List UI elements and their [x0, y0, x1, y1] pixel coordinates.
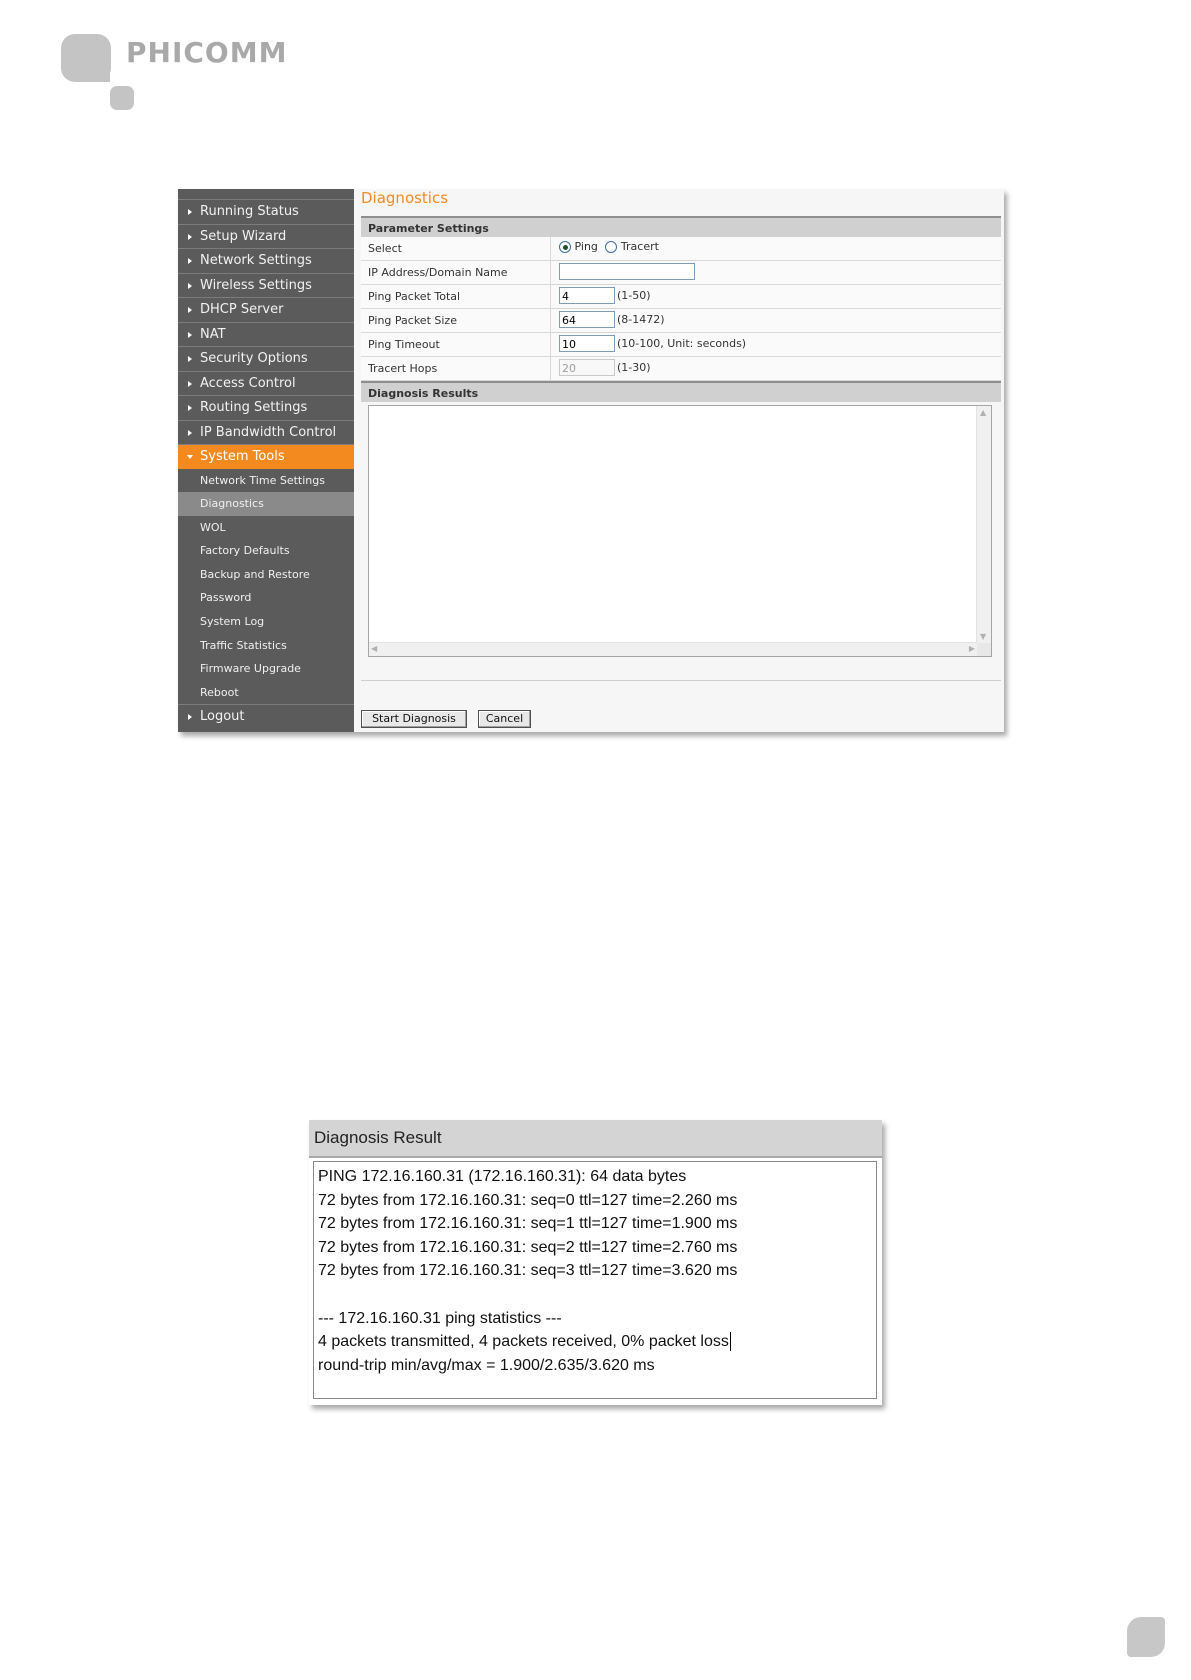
result-line: PING 172.16.160.31 (172.16.160.31): 64 d… — [318, 1168, 687, 1185]
ping-packet-size-row: Ping Packet Size 64 (8-1472) — [361, 309, 1001, 333]
result-line: 72 bytes from 172.16.160.31: seq=3 ttl=1… — [318, 1262, 738, 1280]
tracert-hops-input[interactable]: 20 — [559, 359, 615, 376]
arrow-right-icon — [188, 331, 192, 338]
sidebar-item-system-tools[interactable]: System Tools — [178, 444, 354, 469]
sidebar-item-wireless-settings[interactable]: Wireless Settings — [178, 272, 354, 298]
result-line: round-trip min/avg/max = 1.900/2.635/3.6… — [318, 1356, 655, 1374]
start-diagnosis-button[interactable]: Start Diagnosis — [361, 710, 467, 728]
ping-packet-size-input[interactable]: 64 — [559, 311, 615, 328]
sidebar-subitem-traffic-statistics[interactable]: Traffic Statistics — [178, 634, 354, 658]
arrow-right-icon — [188, 209, 192, 215]
sidebar-item-nat[interactable]: NAT — [178, 321, 354, 347]
sidebar-subitem-system-log[interactable]: System Log — [178, 610, 354, 634]
arrow-down-icon — [187, 455, 193, 459]
sidebar: Running Status Setup Wizard Network Sett… — [178, 189, 354, 732]
arrow-right-icon — [188, 356, 192, 362]
arrow-right-icon — [188, 282, 192, 289]
arrow-right-icon — [188, 307, 192, 313]
result-line: 4 packets transmitted, 4 packets receive… — [318, 1332, 731, 1352]
diagnosis-result-output[interactable]: PING 172.16.160.31 (172.16.160.31): 64 d… — [313, 1161, 877, 1399]
sidebar-item-ip-bandwidth-control[interactable]: IP Bandwidth Control — [178, 419, 354, 445]
sidebar-item-access-control[interactable]: Access Control — [178, 370, 354, 396]
scroll-up-icon: ▲ — [980, 408, 987, 417]
sidebar-item-dhcp-server[interactable]: DHCP Server — [178, 297, 354, 322]
arrow-right-icon — [188, 429, 192, 436]
page-corner-tab — [1127, 1617, 1165, 1657]
horizontal-scrollbar[interactable]: ◀ ▶ — [369, 642, 977, 656]
ping-packet-total-hint: (1-50) — [617, 289, 651, 302]
select-row: Select Ping Tracert — [361, 237, 1001, 261]
main-panel: Diagnostics Parameter Settings Select Pi… — [354, 189, 1004, 732]
arrow-right-icon — [188, 233, 192, 240]
diagnosis-result-panel: Diagnosis Result PING 172.16.160.31 (172… — [309, 1120, 882, 1405]
sidebar-item-routing-settings[interactable]: Routing Settings — [178, 395, 354, 420]
arrow-right-icon — [188, 714, 192, 721]
result-line: 72 bytes from 172.16.160.31: seq=0 ttl=1… — [318, 1191, 738, 1209]
sidebar-subitem-factory-defaults[interactable]: Factory Defaults — [178, 539, 354, 563]
page-title: Diagnostics — [361, 189, 449, 207]
ping-timeout-row: Ping Timeout 10 (10-100, Unit: seconds) — [361, 333, 1001, 357]
select-label: Select — [368, 242, 402, 255]
diagnosis-result-title: Diagnosis Result — [309, 1120, 882, 1158]
sidebar-subitem-network-time-settings[interactable]: Network Time Settings — [178, 469, 354, 493]
ping-timeout-input[interactable]: 10 — [559, 335, 615, 352]
ping-packet-total-row: Ping Packet Total 4 (1-50) — [361, 285, 1001, 309]
ping-timeout-label: Ping Timeout — [368, 338, 440, 351]
arrow-right-icon — [188, 258, 192, 264]
cancel-button[interactable]: Cancel — [478, 710, 531, 728]
sidebar-item-logout[interactable]: Logout — [178, 704, 354, 729]
vertical-scrollbar[interactable]: ▲ ▼ — [976, 406, 991, 644]
scroll-left-icon: ◀ — [371, 644, 378, 653]
text-cursor — [729, 1332, 731, 1352]
result-line: 72 bytes from 172.16.160.31: seq=1 ttl=1… — [318, 1215, 738, 1233]
tracert-radio-label: Tracert — [620, 240, 659, 253]
scroll-right-icon: ▶ — [968, 644, 975, 653]
ping-packet-total-label: Ping Packet Total — [368, 290, 461, 303]
ip-address-row: IP Address/Domain Name — [361, 261, 1001, 285]
sidebar-item-running-status[interactable]: Running Status — [178, 199, 354, 224]
tracert-hops-row: Tracert Hops 20 (1-30) — [361, 357, 1001, 381]
sidebar-subitem-reboot[interactable]: Reboot — [178, 681, 354, 705]
tracert-radio[interactable] — [605, 241, 618, 253]
sidebar-item-network-settings[interactable]: Network Settings — [178, 248, 354, 273]
sidebar-subitem-diagnostics[interactable]: Diagnostics — [178, 492, 354, 516]
ping-radio[interactable] — [559, 241, 571, 253]
result-line: --- 172.16.160.31 ping statistics --- — [318, 1309, 562, 1327]
scroll-down-icon: ▼ — [980, 632, 987, 641]
ping-packet-total-input[interactable]: 4 — [559, 287, 615, 304]
sidebar-subitem-password[interactable]: Password — [178, 586, 354, 610]
sidebar-subitem-backup-and-restore[interactable]: Backup and Restore — [178, 563, 354, 587]
parameter-settings-header: Parameter Settings — [361, 216, 1001, 237]
router-admin-window: Running Status Setup Wizard Network Sett… — [178, 189, 1004, 732]
ip-address-label: IP Address/Domain Name — [368, 266, 508, 279]
tracert-hops-hint: (1-30) — [617, 361, 651, 374]
sidebar-subitem-wol[interactable]: WOL — [178, 516, 354, 540]
diagnosis-results-header: Diagnosis Results — [361, 381, 1001, 402]
diagnosis-results-textarea[interactable]: ▲ ▼ ◀ ▶ — [368, 405, 992, 657]
sidebar-item-security-options[interactable]: Security Options — [178, 346, 354, 371]
sidebar-item-setup-wizard[interactable]: Setup Wizard — [178, 223, 354, 249]
arrow-right-icon — [188, 405, 192, 411]
ping-packet-size-hint: (8-1472) — [617, 313, 665, 326]
result-line — [318, 1283, 876, 1307]
result-line: 72 bytes from 172.16.160.31: seq=2 ttl=1… — [318, 1238, 738, 1256]
ping-radio-label: Ping — [574, 240, 598, 253]
tracert-hops-label: Tracert Hops — [368, 362, 438, 375]
ping-timeout-hint: (10-100, Unit: seconds) — [617, 337, 747, 350]
ping-packet-size-label: Ping Packet Size — [368, 314, 457, 327]
brand-name: PHICOMM — [126, 36, 288, 69]
ip-address-input[interactable] — [559, 263, 695, 280]
arrow-right-icon — [188, 380, 192, 387]
sidebar-subitem-firmware-upgrade[interactable]: Firmware Upgrade — [178, 657, 354, 681]
